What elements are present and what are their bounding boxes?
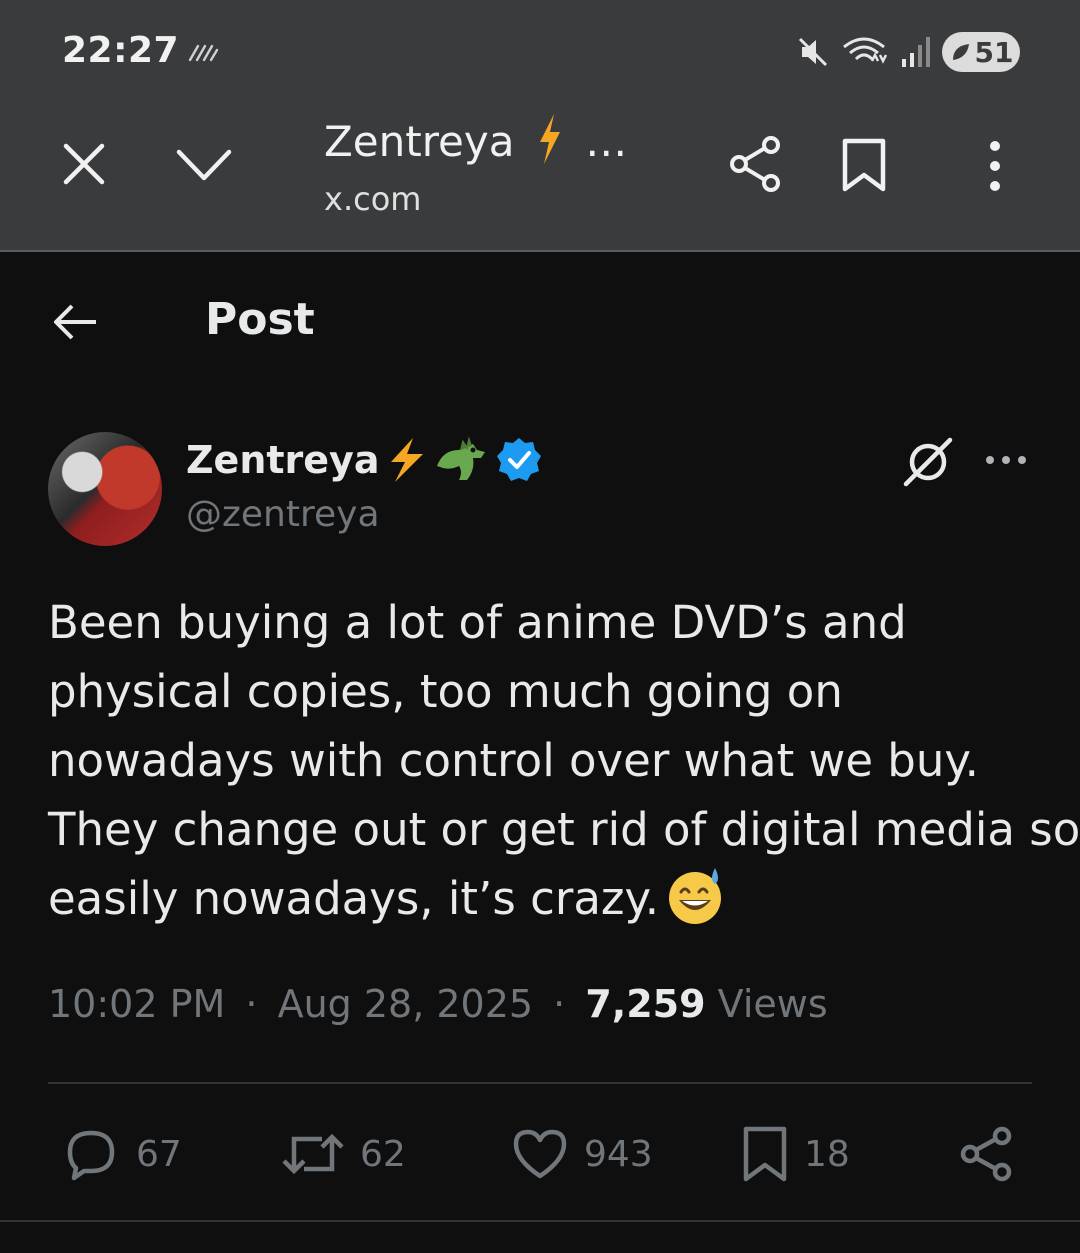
notification-icon: [188, 44, 219, 62]
overflow-menu-button[interactable]: [980, 138, 1010, 194]
author-name[interactable]: Zentreya: [186, 438, 379, 482]
meta-separator: ·: [553, 982, 566, 1026]
divider: [48, 1082, 1032, 1084]
repost-button[interactable]: 62: [282, 1122, 406, 1186]
post-text-line: easily nowadays, it’s crazy.: [48, 872, 660, 925]
bookmark-page-button[interactable]: [838, 136, 890, 194]
browser-chrome: 22:27 51 Zentreya … x.com: [0, 0, 1080, 250]
header-title: Post: [205, 294, 315, 345]
close-icon: [63, 143, 105, 185]
mute-icon: [798, 37, 828, 67]
status-icons: 51: [796, 30, 1020, 74]
more-vertical-icon: [990, 141, 1000, 191]
post-text-line: They change out or get rid of digital me…: [48, 803, 1080, 856]
chevron-down-icon: [176, 149, 232, 181]
bookmark-icon: [842, 138, 886, 192]
lightning-icon: [391, 438, 424, 482]
avatar[interactable]: [48, 432, 162, 546]
post-text-line: physical copies, too much going on: [48, 665, 843, 718]
back-button[interactable]: [50, 300, 100, 344]
like-button[interactable]: 943: [512, 1122, 653, 1186]
repost-icon: [282, 1133, 344, 1175]
signal-icon: [902, 37, 930, 67]
bookmark-icon: [743, 1126, 787, 1182]
battery-saver-icon: [952, 44, 969, 60]
grok-button[interactable]: [900, 434, 956, 490]
bookmark-count: 18: [804, 1133, 850, 1175]
meta-separator: ·: [245, 982, 258, 1026]
reply-count: 67: [136, 1133, 182, 1175]
battery-level: 51: [974, 35, 1014, 69]
page-title-ellipsis: …: [585, 117, 628, 166]
grinning-sweat-emoji-icon: [669, 868, 722, 924]
reply-button[interactable]: 67: [62, 1122, 182, 1186]
like-count: 943: [584, 1133, 653, 1175]
views-label: Views: [717, 982, 828, 1026]
share-page-button[interactable]: [726, 134, 786, 194]
post-text-line: nowadays with control over what we buy.: [48, 734, 979, 787]
more-horizontal-icon: [986, 456, 1026, 464]
reply-icon: [67, 1130, 115, 1181]
page-url[interactable]: x.com: [324, 180, 421, 218]
post-date[interactable]: Aug 28, 2025: [278, 982, 534, 1026]
page-title-text: Zentreya: [324, 117, 515, 166]
close-button[interactable]: [58, 138, 110, 190]
views-count: 7,259: [585, 982, 706, 1026]
status-time: 22:27: [62, 30, 180, 71]
author-handle[interactable]: @zentreya: [186, 494, 380, 535]
chrome-divider: [0, 250, 1080, 252]
wifi-icon: [843, 37, 888, 64]
page-title: Zentreya …: [324, 114, 627, 166]
author-name-row[interactable]: Zentreya: [186, 436, 543, 484]
bookmark-button[interactable]: 18: [742, 1122, 850, 1186]
post-more-button[interactable]: [984, 448, 1028, 472]
grok-icon: [903, 437, 953, 487]
post-meta: 10:02 PM · Aug 28, 2025 · 7,259 Views: [48, 982, 828, 1026]
share-icon: [960, 1126, 1012, 1182]
battery-indicator: 51: [942, 32, 1020, 72]
lightning-icon: [539, 114, 560, 164]
divider: [0, 1220, 1080, 1222]
repost-count: 62: [360, 1133, 406, 1175]
post-text-line: Been buying a lot of anime DVD’s and: [48, 596, 907, 649]
verified-badge-icon: [497, 438, 542, 481]
like-icon: [513, 1129, 567, 1179]
dragon-emoji-icon: [437, 436, 486, 480]
share-button[interactable]: [960, 1122, 1030, 1186]
post-text-line-last: easily nowadays, it’s crazy.: [48, 864, 1048, 933]
post-text: Been buying a lot of anime DVD’s and phy…: [48, 588, 1080, 933]
share-icon: [730, 136, 780, 192]
post-time[interactable]: 10:02 PM: [48, 982, 225, 1026]
back-arrow-icon: [54, 304, 96, 340]
collapse-button[interactable]: [174, 142, 234, 186]
